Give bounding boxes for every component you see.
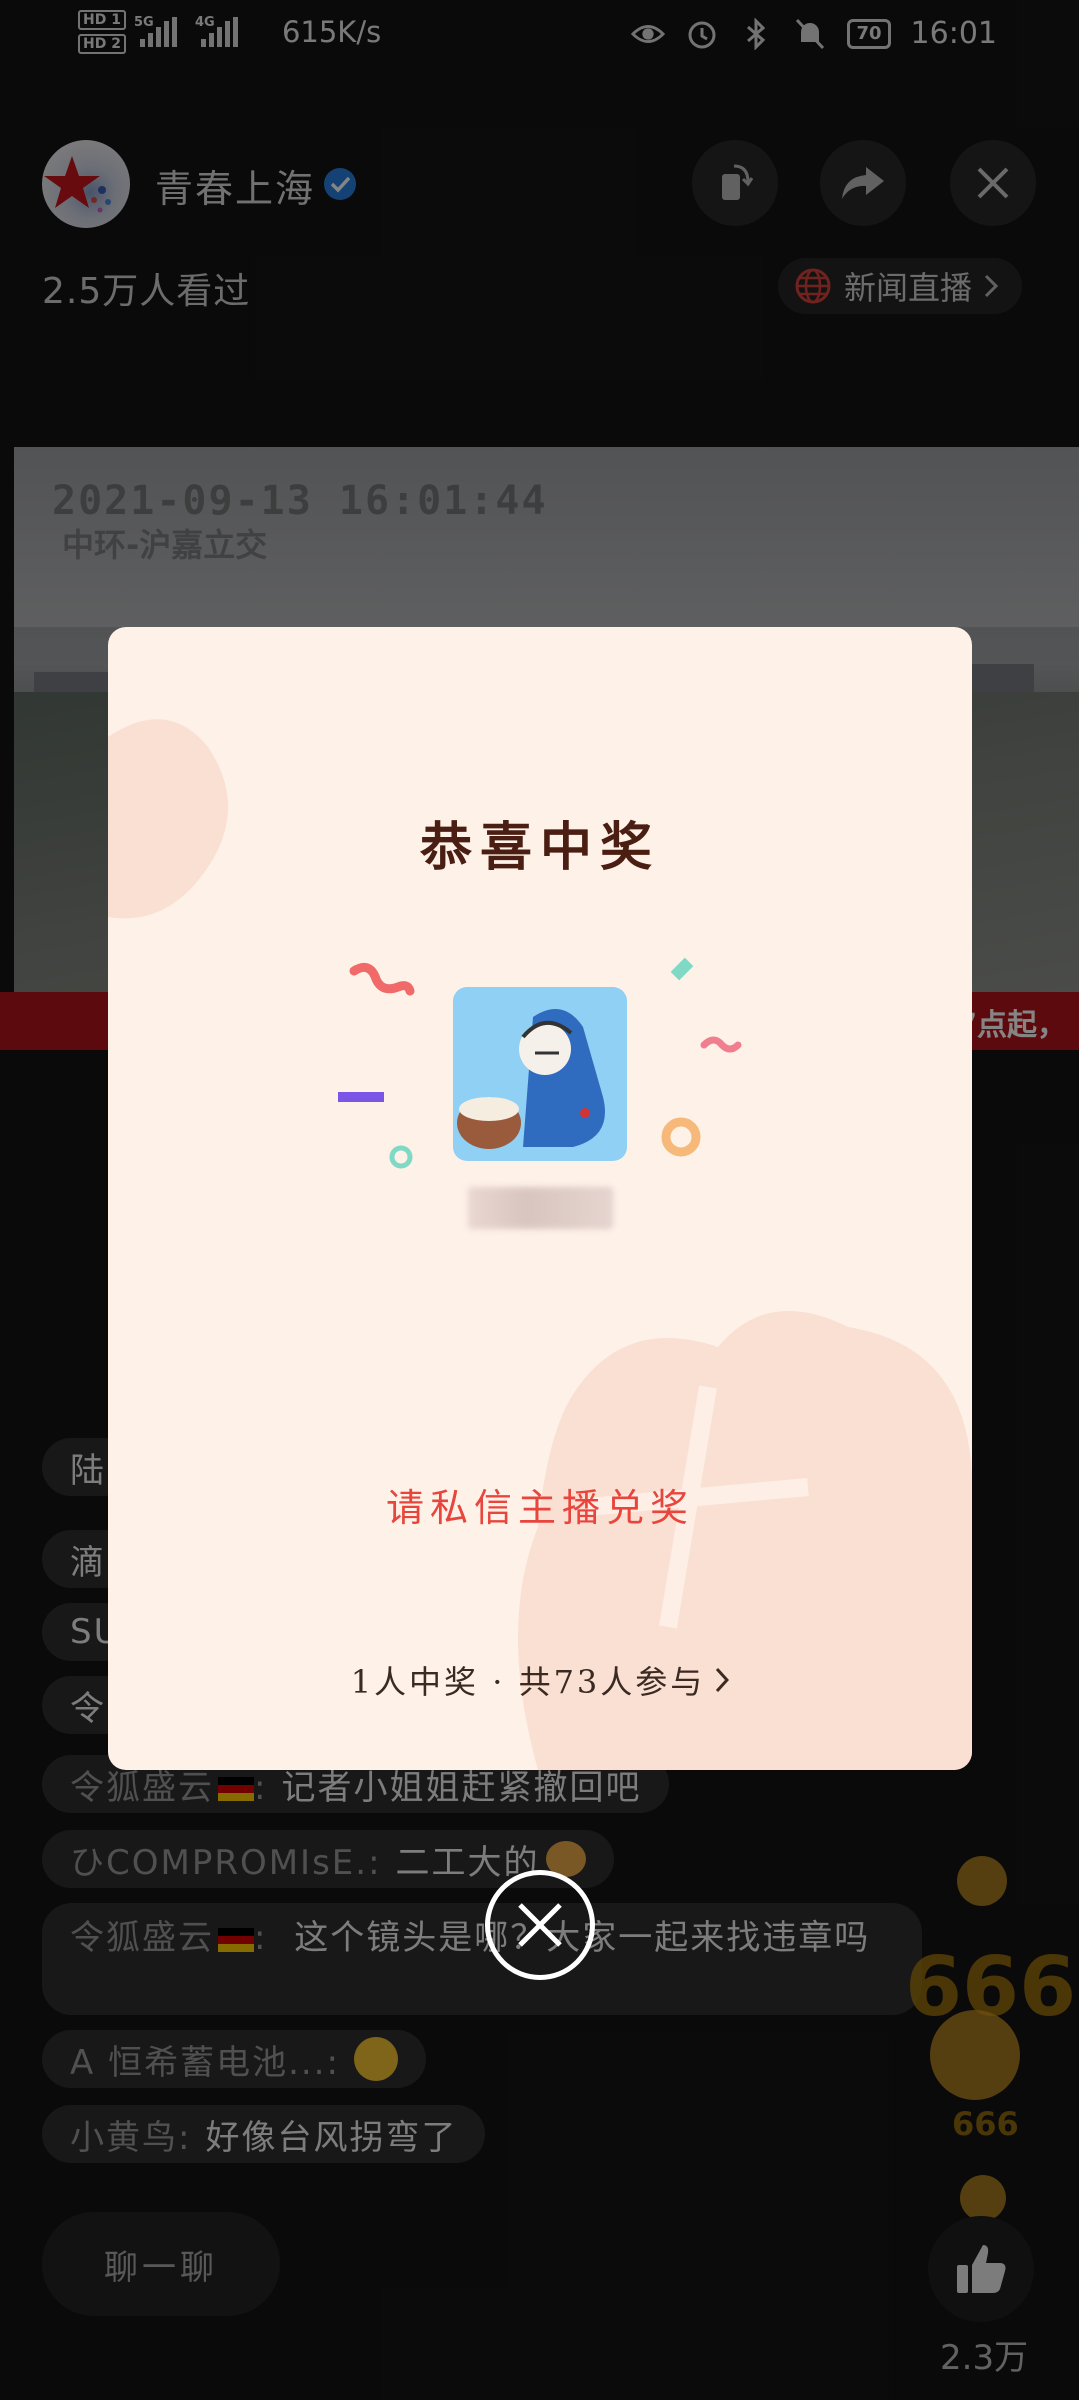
close-dialog-button[interactable] [485, 1870, 595, 1980]
chevron-right-icon [716, 1667, 730, 1693]
participants-link[interactable]: 1人中奖 · 共73人参与 [108, 1657, 972, 1703]
prize-winner-dialog: 恭喜中奖 请私信主播兑奖 1人中奖 · 共73人参与 [108, 627, 972, 1770]
winner-avatar [453, 987, 627, 1161]
cartoon-drummer-icon [457, 1009, 605, 1149]
redeem-instruction: 请私信主播兑奖 [385, 1486, 694, 1530]
participants-summary: 1人中奖 · 共73人参与 [350, 1663, 706, 1701]
winner-name-blurred [468, 1187, 613, 1229]
dialog-title: 恭喜中奖 [419, 817, 660, 878]
close-icon [518, 1903, 562, 1947]
